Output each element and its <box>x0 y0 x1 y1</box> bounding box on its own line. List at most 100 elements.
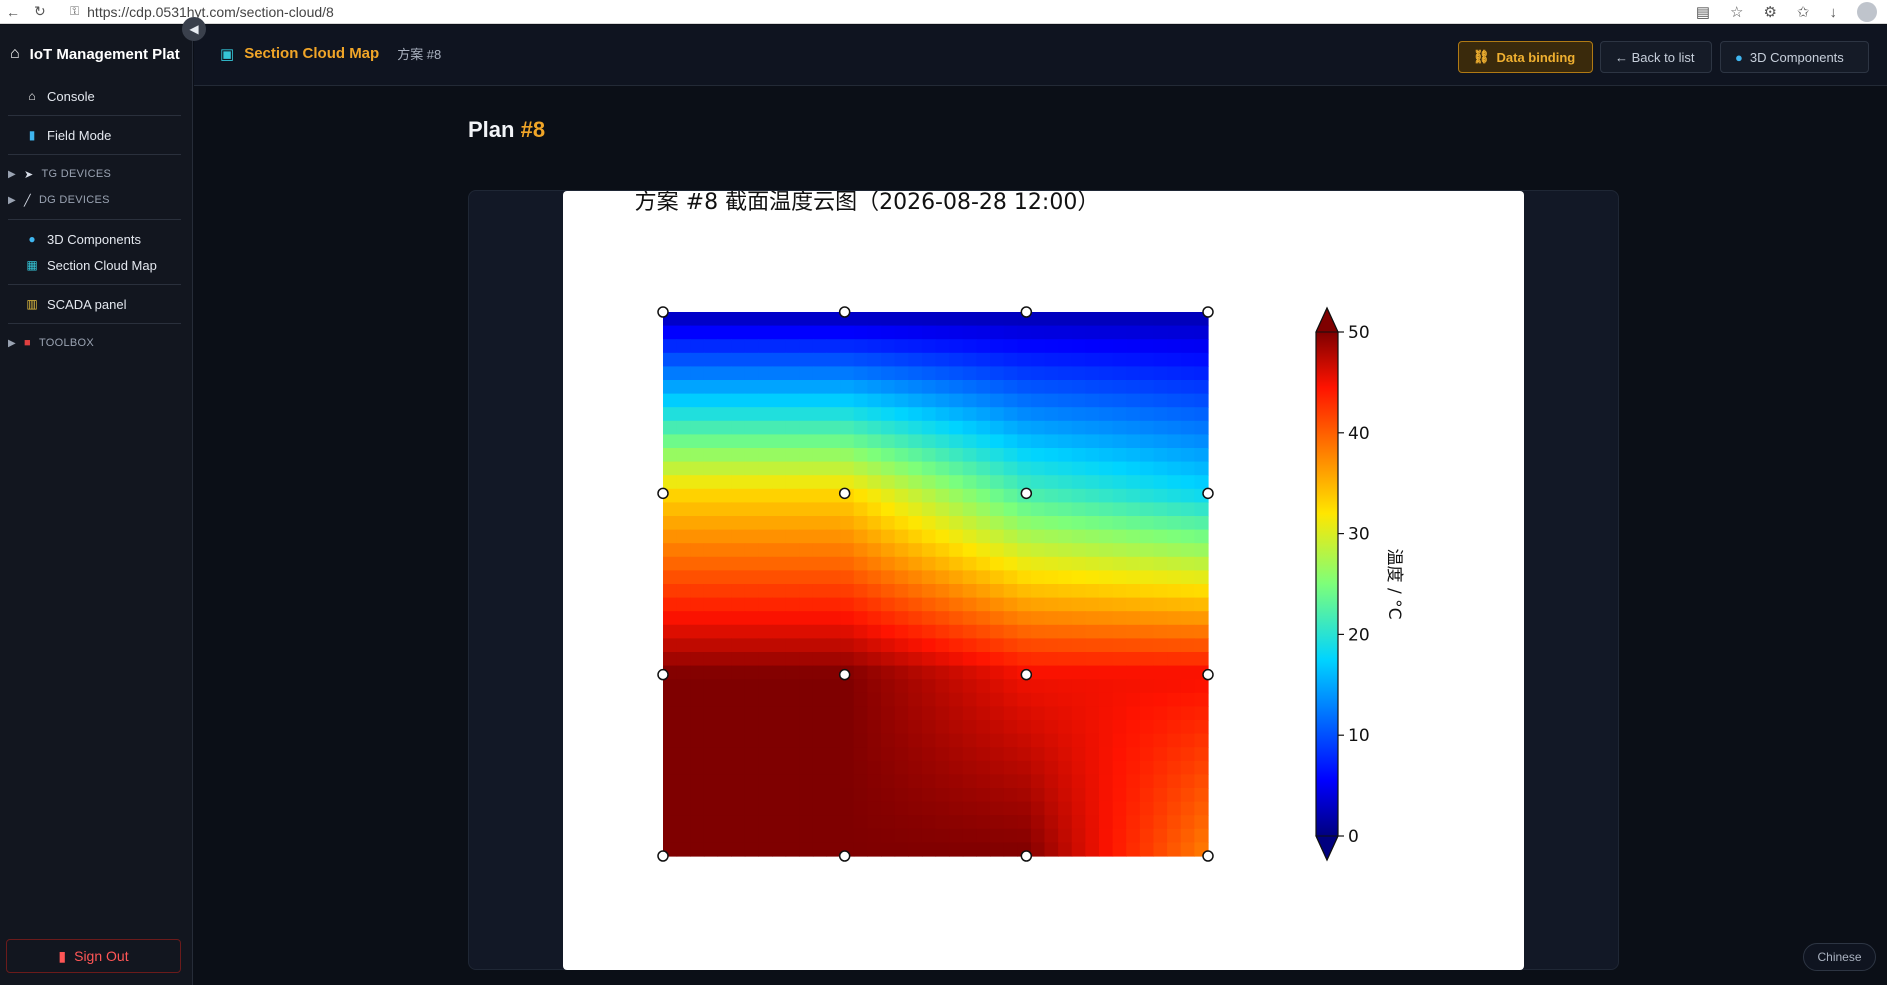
heatmap-cell <box>881 556 896 571</box>
heatmap-cell <box>1112 434 1127 449</box>
sign-out-button[interactable]: ▮ Sign Out <box>6 939 181 973</box>
button-label: 3D Components <box>1749 49 1844 65</box>
heatmap-cell <box>1017 570 1032 585</box>
heatmap-cell <box>1099 638 1114 653</box>
heatmap-cell <box>1099 339 1114 354</box>
sidebar-item-section-cloud-map[interactable]: ▦ Section Cloud Map <box>0 252 193 278</box>
heatmap-cell <box>826 366 841 381</box>
heatmap-cell <box>731 624 746 639</box>
heatmap-cell <box>976 393 991 408</box>
heatmap-cell <box>894 420 909 435</box>
heatmap-cell <box>826 407 841 422</box>
heatmap-cell <box>703 665 719 680</box>
sidebar-item-field-mode[interactable]: ▮ Field Mode <box>0 122 193 148</box>
heatmap-cell <box>908 760 923 775</box>
heatmap-cell <box>690 706 705 721</box>
heatmap-cell <box>1085 420 1100 435</box>
heatmap-cell <box>1139 624 1155 639</box>
heatmap-cell <box>1044 352 1059 367</box>
heatmap-cell <box>826 720 841 735</box>
heatmap-cell <box>1167 380 1182 395</box>
heatmap-cell <box>703 692 719 707</box>
heatmap-cell <box>935 624 950 639</box>
reader-icon[interactable]: ▤ <box>1696 3 1710 21</box>
heatmap-cell <box>717 720 732 735</box>
heatmap-cell <box>1153 760 1168 775</box>
sidebar-group-toolbox[interactable]: ▶ ■ TOOLBOX <box>0 330 193 356</box>
heatmap-cell <box>881 488 896 503</box>
sidebar-item-3d-components[interactable]: ● 3D Components <box>0 226 193 252</box>
heatmap-cell <box>962 325 977 340</box>
heatmap-cell <box>1003 312 1018 327</box>
browser-toolbar: ← ↻ ⚿ https://cdp.0531hyt.com/section-cl… <box>0 0 1887 24</box>
heatmap-cell <box>744 448 759 463</box>
heatmap-cell <box>717 475 732 490</box>
heatmap-cell <box>1167 597 1182 612</box>
heatmap-cell <box>990 407 1005 422</box>
heatmap-cell <box>881 652 896 667</box>
sidebar-collapse-button[interactable]: ◀ <box>182 17 206 41</box>
heatmap-cell <box>1044 706 1059 721</box>
heatmap-cell <box>731 516 746 531</box>
heatmap-cell <box>1017 828 1032 843</box>
heatmap-cell <box>976 475 991 490</box>
heatmap-cell <box>703 543 719 558</box>
3d-components-button[interactable]: ● 3D Components <box>1720 41 1869 73</box>
sidebar-group-tg-devices[interactable]: ▶ ➤ TG DEVICES <box>0 161 193 187</box>
heatmap-cell <box>717 420 732 435</box>
language-button[interactable]: Chinese <box>1803 943 1876 971</box>
heatmap-cell <box>812 584 828 599</box>
heatmap-cell <box>867 828 882 843</box>
download-icon[interactable]: ↓ <box>1830 4 1838 21</box>
back-arrow-icon[interactable]: ← <box>6 4 20 20</box>
sidebar-item-console[interactable]: ⌂ Console <box>0 83 193 109</box>
heatmap-cell <box>962 733 977 748</box>
brand[interactable]: ⌂ IoT Management Plat <box>0 25 193 83</box>
sidebar-item-scada-panel[interactable]: ▥ SCADA panel <box>0 291 193 317</box>
heatmap-cell <box>663 352 678 367</box>
heatmap-cell <box>894 339 909 354</box>
extensions-icon[interactable]: ⚙ <box>1763 3 1776 21</box>
heatmap-cell <box>1167 774 1182 789</box>
heatmap-cell <box>1194 380 1209 395</box>
heatmap-cell <box>1030 760 1046 775</box>
heatmap-cell <box>1194 692 1209 707</box>
heatmap-cell <box>703 720 719 735</box>
heatmap-cell <box>1167 692 1182 707</box>
heatmap-cell <box>1167 706 1182 721</box>
heatmap-cell <box>976 325 991 340</box>
heatmap-cell <box>976 380 991 395</box>
heatmap-cell <box>785 815 800 830</box>
star-icon[interactable]: ☆ <box>1730 3 1743 21</box>
heatmap-cell <box>772 692 787 707</box>
data-binding-button[interactable]: ⛓ Data binding <box>1458 41 1593 73</box>
heatmap-cell <box>772 393 787 408</box>
address-bar[interactable]: ⚿ https://cdp.0531hyt.com/section-cloud/… <box>70 4 334 20</box>
profile-avatar[interactable] <box>1857 2 1877 22</box>
heatmap-cell <box>1153 788 1168 803</box>
heatmap-cell <box>1153 475 1168 490</box>
heatmap-cell <box>894 570 909 585</box>
site-info-icon[interactable]: ⚿ <box>70 4 79 19</box>
heatmap-cell <box>826 774 841 789</box>
heatmap-cell <box>1003 475 1018 490</box>
heatmap-cell <box>1030 420 1046 435</box>
heatmap-cell <box>731 570 746 585</box>
sidebar-group-dg-devices[interactable]: ▶ ╱ DG DEVICES <box>0 187 193 213</box>
heatmap-cell <box>744 420 759 435</box>
heatmap-cell <box>785 488 800 503</box>
heatmap-cell <box>1017 815 1032 830</box>
heatmap-cell <box>785 665 800 680</box>
favorites-icon[interactable]: ✩ <box>1797 3 1810 21</box>
heatmap-cell <box>921 760 937 775</box>
heatmap-cell <box>1167 434 1182 449</box>
heatmap-cell <box>1112 801 1127 816</box>
heatmap-cell <box>1085 665 1100 680</box>
heatmap-cell <box>812 543 828 558</box>
reload-icon[interactable]: ↻ <box>34 3 46 20</box>
heatmap-cell <box>949 692 964 707</box>
heatmap-cell <box>1017 760 1032 775</box>
heatmap-cell <box>663 556 678 571</box>
heatmap-cell <box>785 380 800 395</box>
back-to-list-button[interactable]: ← Back to list <box>1600 41 1712 73</box>
